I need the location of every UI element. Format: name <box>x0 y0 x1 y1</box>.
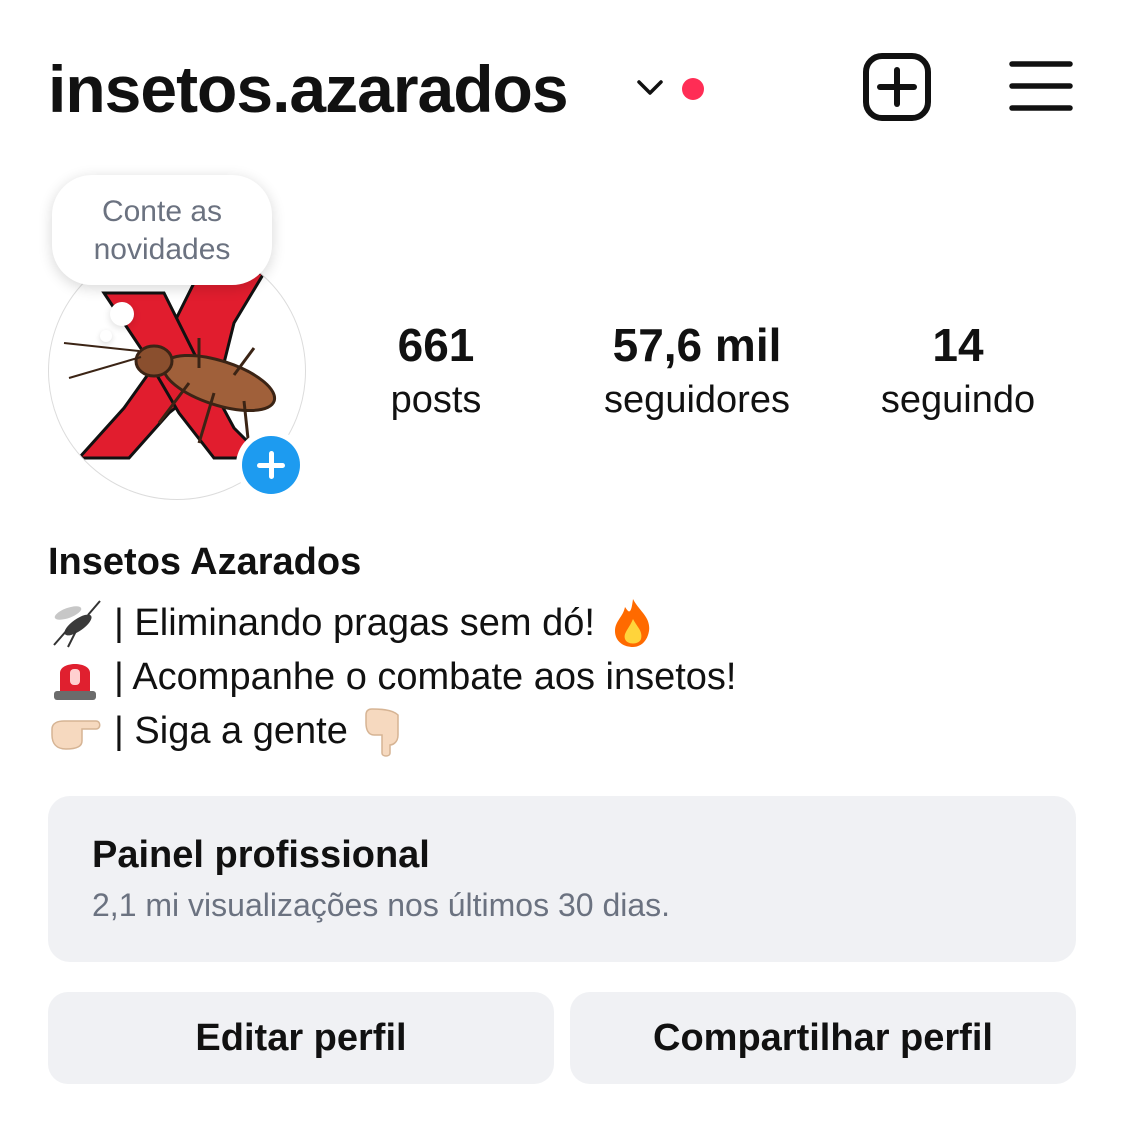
bio-line-3-text: | Siga a gente <box>114 710 348 752</box>
followers-count: 57,6 mil <box>612 319 782 371</box>
followers-label: seguidores <box>604 379 790 421</box>
note-tail-small <box>100 330 112 342</box>
professional-dashboard[interactable]: Painel profissional 2,1 mi visualizações… <box>48 796 1076 962</box>
following-label: seguindo <box>880 379 1036 421</box>
share-profile-button[interactable]: Compartilhar perfil <box>570 992 1076 1084</box>
bio-line-1-text: | Eliminando pragas sem dó! <box>114 602 595 644</box>
posts-count: 661 <box>397 319 475 371</box>
stat-posts[interactable]: 661 posts <box>376 318 496 428</box>
bio-line: | Siga a gente <box>48 704 736 758</box>
siren-icon <box>54 664 96 700</box>
stat-followers[interactable]: 57,6 mil seguidores <box>582 318 812 428</box>
dashboard-title: Painel profissional <box>92 834 430 876</box>
bio-line: | Acompanhe o combate aos insetos! <box>48 650 736 704</box>
plus-icon <box>242 436 300 494</box>
mosquito-icon <box>53 600 101 648</box>
add-story-button[interactable] <box>236 430 306 500</box>
chevron-down-icon[interactable] <box>634 76 666 100</box>
bio: | Eliminando pragas sem dó! | Acompanhe … <box>48 596 736 758</box>
posts-label: posts <box>390 379 482 421</box>
stat-following[interactable]: 14 seguindo <box>862 318 1054 428</box>
create-post-icon[interactable] <box>862 52 932 122</box>
note-line-1: Conte as <box>101 195 223 228</box>
note-bubble[interactable]: Conte as novidades <box>52 175 272 285</box>
dashboard-subtitle: 2,1 mi visualizações nos últimos 30 dias… <box>92 887 671 923</box>
bio-line: | Eliminando pragas sem dó! <box>48 596 736 650</box>
note-line-2: novidades <box>93 233 231 266</box>
pointing-right-icon <box>51 720 101 750</box>
profile-username[interactable]: insetos.azarados <box>48 50 569 128</box>
bio-line-2-text: | Acompanhe o combate aos insetos! <box>114 656 737 698</box>
hamburger-menu-icon[interactable] <box>1008 56 1074 116</box>
edit-profile-button[interactable]: Editar perfil <box>48 992 554 1084</box>
following-count: 14 <box>932 319 984 371</box>
pointing-down-icon <box>365 708 399 757</box>
fire-icon <box>614 599 650 647</box>
display-name: Insetos Azarados <box>48 541 362 583</box>
note-tail <box>110 302 134 326</box>
notification-dot <box>682 78 704 100</box>
